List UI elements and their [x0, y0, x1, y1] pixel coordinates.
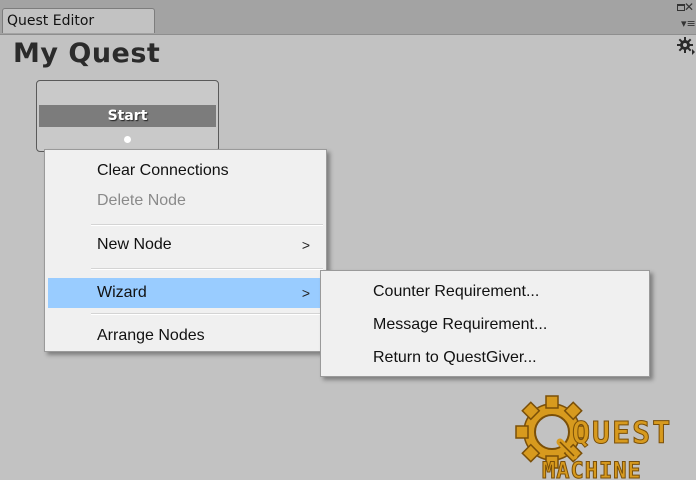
menu-item-clear-connections[interactable]: Clear Connections: [48, 156, 323, 186]
tab-label: Quest Editor: [7, 13, 95, 29]
submenu-arrow-icon: >: [301, 285, 310, 301]
menu-item-label: Clear Connections: [97, 162, 229, 179]
menu-item-label: Delete Node: [97, 192, 186, 209]
menu-separator: [91, 268, 323, 270]
menu-item-wizard[interactable]: Wizard >: [48, 278, 323, 308]
window-tab-bar: Quest Editor ✕ ▾≡: [0, 0, 696, 35]
submenu-item-message-requirement[interactable]: Message Requirement...: [324, 310, 646, 340]
menu-item-label: New Node: [97, 236, 172, 253]
node-connector-handle[interactable]: [124, 136, 131, 143]
node-title: Start: [39, 105, 216, 127]
menu-item-label: Message Requirement...: [373, 316, 548, 333]
menu-item-label: Arrange Nodes: [97, 327, 205, 344]
menu-separator: [91, 313, 323, 315]
menu-item-arrange-nodes[interactable]: Arrange Nodes: [48, 321, 323, 351]
context-menu: Clear Connections Delete Node New Node >…: [44, 149, 327, 352]
menu-item-delete-node: Delete Node: [48, 186, 323, 216]
menu-separator: [91, 224, 323, 226]
tab-quest-editor[interactable]: Quest Editor: [2, 8, 155, 33]
logo-line1: QUEST: [572, 416, 672, 451]
gear-icon[interactable]: [676, 36, 696, 56]
menu-item-label: Wizard: [97, 284, 147, 301]
close-icon[interactable]: ✕: [684, 1, 694, 13]
wizard-submenu: Counter Requirement... Message Requireme…: [320, 270, 650, 377]
menu-item-new-node[interactable]: New Node >: [48, 230, 323, 260]
quest-machine-logo: QUEST MACHINE: [515, 395, 672, 480]
quest-node-start[interactable]: Start: [36, 80, 219, 152]
menu-item-label: Counter Requirement...: [373, 283, 540, 300]
window-menu-icon[interactable]: ▾≡: [681, 18, 696, 29]
logo-line2: MACHINE: [542, 459, 642, 480]
submenu-item-return-to-questgiver[interactable]: Return to QuestGiver...: [324, 343, 646, 373]
submenu-arrow-icon: >: [301, 237, 310, 253]
submenu-item-counter-requirement[interactable]: Counter Requirement...: [324, 277, 646, 307]
quest-title: My Quest: [13, 38, 161, 69]
menu-item-label: Return to QuestGiver...: [373, 349, 537, 366]
